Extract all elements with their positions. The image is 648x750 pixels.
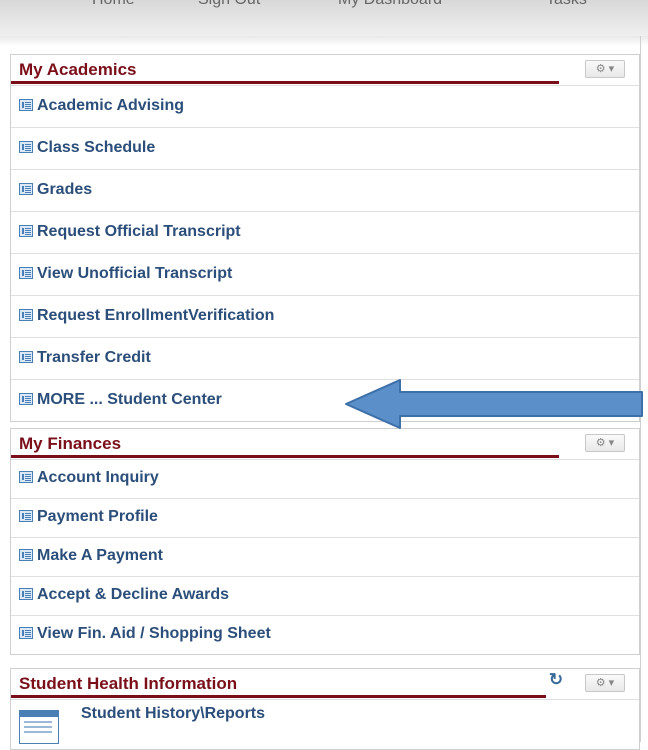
link-label: Student History\Reports <box>81 705 266 722</box>
view-unofficial-transcript-link[interactable]: View Unofficial Transcript <box>11 253 639 295</box>
list-icon <box>19 393 33 405</box>
list-icon <box>19 99 33 111</box>
list-icon <box>19 141 33 153</box>
make-a-payment-link[interactable]: Make A Payment <box>11 537 639 576</box>
link-label: Account Inquiry <box>37 469 159 486</box>
link-label: Accept & Decline Awards <box>37 586 230 603</box>
pagelet-title: My Finances <box>19 434 122 453</box>
report-icon <box>19 710 59 744</box>
nav-tasks[interactable]: Tasks <box>546 0 587 9</box>
academic-advising-link[interactable]: Academic Advising <box>11 85 639 127</box>
nav-sign-out[interactable]: Sign Out <box>198 0 260 9</box>
class-schedule-link[interactable]: Class Schedule <box>11 127 639 169</box>
title-underline <box>11 81 559 84</box>
pagelet-title: My Academics <box>19 60 137 79</box>
list-icon <box>19 471 33 483</box>
title-underline <box>11 455 559 458</box>
pagelet-my-finances: My Finances ⚙ ▾ Account Inquiry Payment … <box>10 428 640 655</box>
link-label: Make A Payment <box>37 547 163 564</box>
pagelet-header: My Academics ⚙ ▾ <box>11 55 639 85</box>
payment-profile-link[interactable]: Payment Profile <box>11 498 639 537</box>
link-label: Transfer Credit <box>37 349 151 366</box>
accept-decline-awards-link[interactable]: Accept & Decline Awards <box>11 576 639 615</box>
link-label: View Fin. Aid / Shopping Sheet <box>37 625 271 642</box>
account-inquiry-link[interactable]: Account Inquiry <box>11 459 639 498</box>
arrow-left-icon <box>345 379 643 429</box>
title-underline <box>11 695 546 698</box>
request-enrollment-verification-link[interactable]: Request EnrollmentVerification <box>11 295 639 337</box>
list-icon <box>19 510 33 522</box>
link-label: View Unofficial Transcript <box>37 265 233 282</box>
pagelet-my-academics: My Academics ⚙ ▾ Academic Advising Class… <box>10 54 640 422</box>
pagelet-student-health-information: Student Health Information ↻ ⚙ ▾ Student… <box>10 668 640 750</box>
link-label: Request Official Transcript <box>37 223 241 240</box>
link-label: Grades <box>37 181 93 198</box>
nav-home[interactable]: Home <box>92 0 135 9</box>
link-label: Payment Profile <box>37 508 158 525</box>
transfer-credit-link[interactable]: Transfer Credit <box>11 337 639 379</box>
pagelet-title: Student Health Information <box>19 674 238 693</box>
gear-icon[interactable]: ⚙ ▾ <box>585 434 625 452</box>
gear-icon[interactable]: ⚙ ▾ <box>585 674 625 692</box>
link-label: Request EnrollmentVerification <box>37 307 275 324</box>
gear-icon[interactable]: ⚙ ▾ <box>585 60 625 78</box>
grades-link[interactable]: Grades <box>11 169 639 211</box>
list-icon <box>19 183 33 195</box>
nav-shadow <box>0 36 648 46</box>
pagelet-header: My Finances ⚙ ▾ <box>11 429 639 459</box>
list-icon <box>19 309 33 321</box>
list-icon <box>19 351 33 363</box>
request-official-transcript-link[interactable]: Request Official Transcript <box>11 211 639 253</box>
top-navigation: Home Sign Out My Dashboard Tasks <box>0 0 648 37</box>
list-icon <box>19 588 33 600</box>
list-icon <box>19 225 33 237</box>
link-label: Academic Advising <box>37 97 185 114</box>
link-label: Class Schedule <box>37 139 156 156</box>
link-label: MORE ... Student Center <box>37 391 222 408</box>
refresh-icon[interactable]: ↻ <box>547 671 565 689</box>
view-fin-aid-shopping-sheet-link[interactable]: View Fin. Aid / Shopping Sheet <box>11 615 639 654</box>
pagelet-header: Student Health Information ↻ ⚙ ▾ <box>11 669 639 699</box>
student-history-reports-link[interactable]: Student History\Reports <box>11 699 639 744</box>
list-icon <box>19 549 33 561</box>
nav-my-dashboard[interactable]: My Dashboard <box>338 0 442 9</box>
list-icon <box>19 627 33 639</box>
list-icon <box>19 267 33 279</box>
